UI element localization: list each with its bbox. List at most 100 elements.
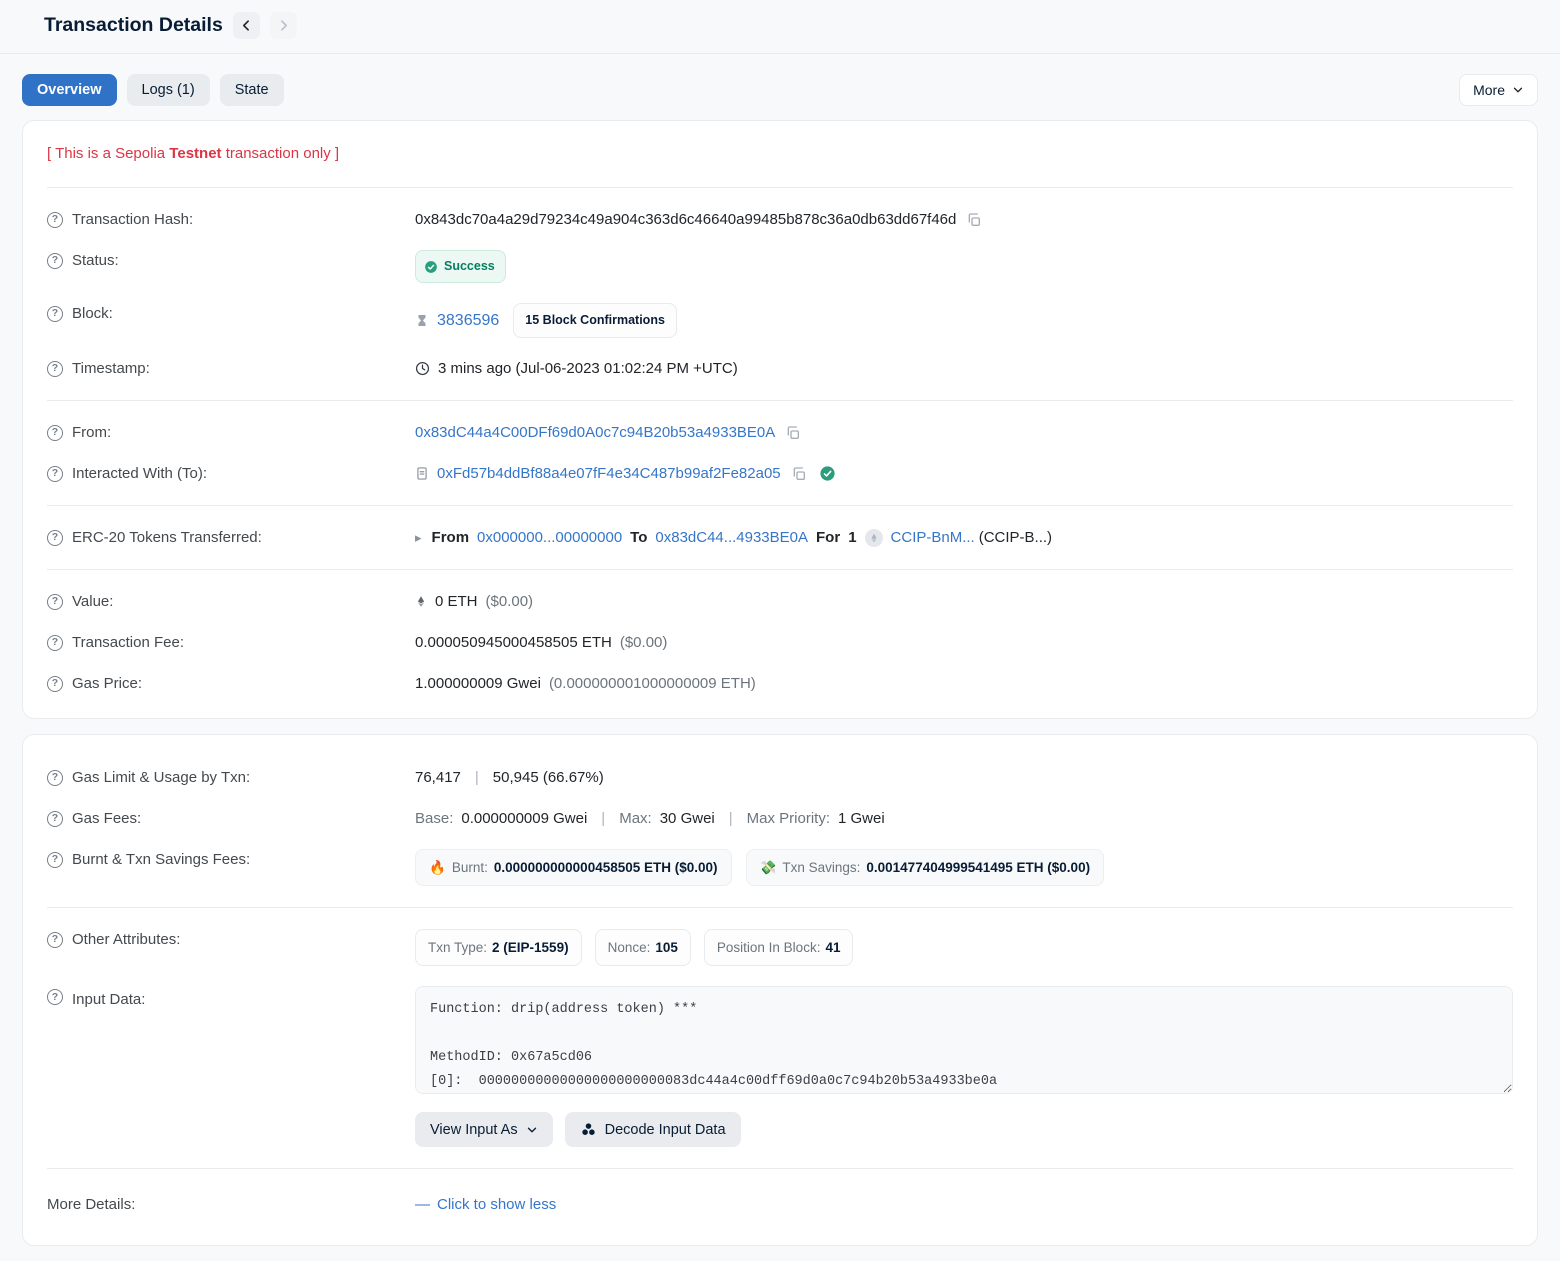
fire-icon: 🔥	[429, 857, 446, 878]
row-timestamp: Timestamp: 3 mins ago (Jul-06-2023 01:02…	[47, 348, 1513, 389]
gas-price-label: Gas Price:	[72, 673, 142, 694]
help-icon[interactable]	[47, 811, 63, 827]
value-label: Value:	[72, 591, 113, 612]
help-icon[interactable]	[47, 635, 63, 651]
copy-from-button[interactable]	[783, 425, 801, 441]
row-transaction-fee: Transaction Fee: 0.000050945000458505 ET…	[47, 622, 1513, 663]
erc20-from-link[interactable]: 0x000000...00000000	[477, 527, 622, 548]
more-button[interactable]: More	[1459, 74, 1538, 106]
gas-limit-label: Gas Limit & Usage by Txn:	[72, 767, 250, 788]
show-less-text: Click to show less	[437, 1194, 556, 1215]
gas-price-eth: (0.000000001000000009 ETH)	[549, 673, 756, 694]
erc20-for-label: For	[816, 527, 840, 548]
base-fee-value: 0.000000009 Gwei	[461, 808, 587, 829]
help-icon[interactable]	[47, 425, 63, 441]
row-burnt-fees: Burnt & Txn Savings Fees: 🔥 Burnt: 0.000…	[47, 839, 1513, 896]
tab-overview[interactable]: Overview	[22, 74, 117, 106]
row-block: Block: 3836596 15 Block Confirmations	[47, 293, 1513, 348]
divider	[47, 187, 1513, 188]
erc20-amount: 1	[848, 527, 856, 548]
separator: |	[729, 808, 733, 829]
more-details-label: More Details:	[47, 1194, 135, 1215]
help-icon[interactable]	[47, 212, 63, 228]
decode-icon	[580, 1121, 597, 1138]
tab-bar: Overview Logs (1) State	[22, 74, 284, 106]
copy-icon	[791, 466, 807, 482]
row-gas-fees: Gas Fees: Base: 0.000000009 Gwei | Max: …	[47, 798, 1513, 839]
row-from: From: 0x83dC44a4C00DFf69d0A0c7c94B20b53a…	[47, 412, 1513, 453]
show-less-link[interactable]: — Click to show less	[415, 1194, 556, 1215]
burnt-value: 0.000000000000458505 ETH ($0.00)	[494, 857, 718, 878]
help-icon[interactable]	[47, 306, 63, 322]
decode-input-data-button[interactable]: Decode Input Data	[565, 1112, 741, 1147]
help-icon[interactable]	[47, 594, 63, 610]
nonce-label: Nonce:	[608, 937, 651, 958]
next-transaction-button[interactable]	[270, 12, 297, 39]
transaction-fee-label: Transaction Fee:	[72, 632, 184, 653]
row-input-data: Input Data: Function: drip(address token…	[47, 976, 1513, 1157]
notice-bold: Testnet	[169, 145, 221, 162]
interacted-with-label: Interacted With (To):	[72, 463, 207, 484]
block-confirmations-badge: 15 Block Confirmations	[513, 303, 677, 338]
input-data-label: Input Data:	[72, 989, 145, 1010]
caret-right-icon: ▸	[415, 527, 422, 548]
help-icon[interactable]	[47, 530, 63, 546]
divider	[47, 907, 1513, 908]
txn-savings-label: Txn Savings:	[782, 857, 860, 878]
help-icon[interactable]	[47, 932, 63, 948]
view-input-as-label: View Input As	[430, 1122, 518, 1138]
separator: |	[601, 808, 605, 829]
input-data-textarea[interactable]: Function: drip(address token) *** Method…	[415, 986, 1513, 1094]
testnet-notice: [ This is a Sepolia Testnet transaction …	[47, 143, 1513, 176]
erc20-to-link[interactable]: 0x83dC44...4933BE0A	[655, 527, 808, 548]
max-fee-value: 30 Gwei	[660, 808, 715, 829]
overview-card: [ This is a Sepolia Testnet transaction …	[22, 120, 1538, 719]
toolbar: Overview Logs (1) State More	[22, 74, 1538, 106]
divider	[47, 505, 1513, 506]
row-value: Value: 0 ETH ($0.00)	[47, 581, 1513, 622]
help-icon[interactable]	[47, 253, 63, 269]
base-fee-label: Base:	[415, 808, 453, 829]
timestamp-label: Timestamp:	[72, 358, 150, 379]
verified-check-icon	[819, 465, 836, 482]
status-value: Success	[444, 256, 495, 277]
view-input-as-button[interactable]: View Input As	[415, 1112, 553, 1147]
help-icon[interactable]	[47, 852, 63, 868]
copy-to-button[interactable]	[789, 466, 807, 482]
from-address-link[interactable]: 0x83dC44a4C00DFf69d0A0c7c94B20b53a4933BE…	[415, 422, 775, 443]
help-icon[interactable]	[47, 676, 63, 692]
help-icon[interactable]	[47, 770, 63, 786]
to-address-link[interactable]: 0xFd57b4ddBf88a4e07fF4e34C487b99af2Fe82a…	[437, 463, 781, 484]
notice-suffix: transaction only ]	[222, 145, 340, 162]
help-icon[interactable]	[47, 466, 63, 482]
txn-type-label: Txn Type:	[428, 937, 487, 958]
divider	[47, 400, 1513, 401]
copy-hash-button[interactable]	[964, 212, 982, 228]
tab-logs[interactable]: Logs (1)	[127, 74, 210, 106]
clock-icon	[415, 361, 430, 376]
row-status: Status: Success	[47, 240, 1513, 293]
erc20-label: ERC-20 Tokens Transferred:	[72, 527, 262, 548]
help-icon[interactable]	[47, 989, 63, 1005]
txn-savings-badge: 💸 Txn Savings: 0.001477404999541495 ETH …	[746, 849, 1105, 886]
status-badge: Success	[415, 250, 506, 283]
burnt-fees-label: Burnt & Txn Savings Fees:	[72, 849, 250, 870]
token-logo-icon	[865, 529, 883, 547]
block-label: Block:	[72, 303, 113, 324]
token-name-link[interactable]: CCIP-BnM...	[891, 527, 975, 548]
row-transaction-hash: Transaction Hash: 0x843dc70a4a29d79234c4…	[47, 199, 1513, 240]
max-priority-label: Max Priority:	[747, 808, 830, 829]
tab-state[interactable]: State	[220, 74, 284, 106]
help-icon[interactable]	[47, 361, 63, 377]
position-label: Position In Block:	[717, 937, 821, 958]
previous-transaction-button[interactable]	[233, 12, 260, 39]
row-other-attributes: Other Attributes: Txn Type: 2 (EIP-1559)…	[47, 919, 1513, 976]
burnt-badge: 🔥 Burnt: 0.000000000000458505 ETH ($0.00…	[415, 849, 732, 886]
erc20-to-label: To	[630, 527, 647, 548]
block-number-link[interactable]: 3836596	[437, 310, 499, 331]
timestamp-value: 3 mins ago (Jul-06-2023 01:02:24 PM +UTC…	[438, 358, 738, 379]
minus-icon: —	[415, 1194, 430, 1215]
copy-icon	[785, 425, 801, 441]
hourglass-icon	[415, 313, 429, 328]
gas-usage-value: 50,945 (66.67%)	[493, 767, 604, 788]
